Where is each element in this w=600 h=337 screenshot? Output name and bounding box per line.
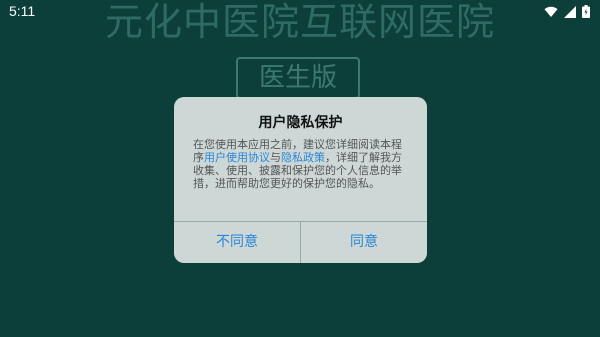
doctor-edition-badge: 医生版 <box>236 57 360 99</box>
agree-button[interactable]: 同意 <box>301 222 427 263</box>
dialog-footer: 不同意 同意 <box>174 221 427 263</box>
user-agreement-link[interactable]: 用户使用协议 <box>204 151 270 164</box>
disagree-button[interactable]: 不同意 <box>174 222 300 263</box>
app-title: 元化中医院互联网医院 <box>104 0 495 44</box>
dialog-body: 在您使用本应用之前，建议您详细阅读本程序用户使用协议与隐私政策，详细了解我方收集… <box>193 138 411 190</box>
privacy-dialog: 用户隐私保护 在您使用本应用之前，建议您详细阅读本程序用户使用协议与隐私政策，详… <box>174 97 427 263</box>
body-text-2: 与 <box>270 151 281 164</box>
privacy-policy-link[interactable]: 隐私政策 <box>281 151 325 164</box>
dialog-title: 用户隐私保护 <box>258 115 343 131</box>
